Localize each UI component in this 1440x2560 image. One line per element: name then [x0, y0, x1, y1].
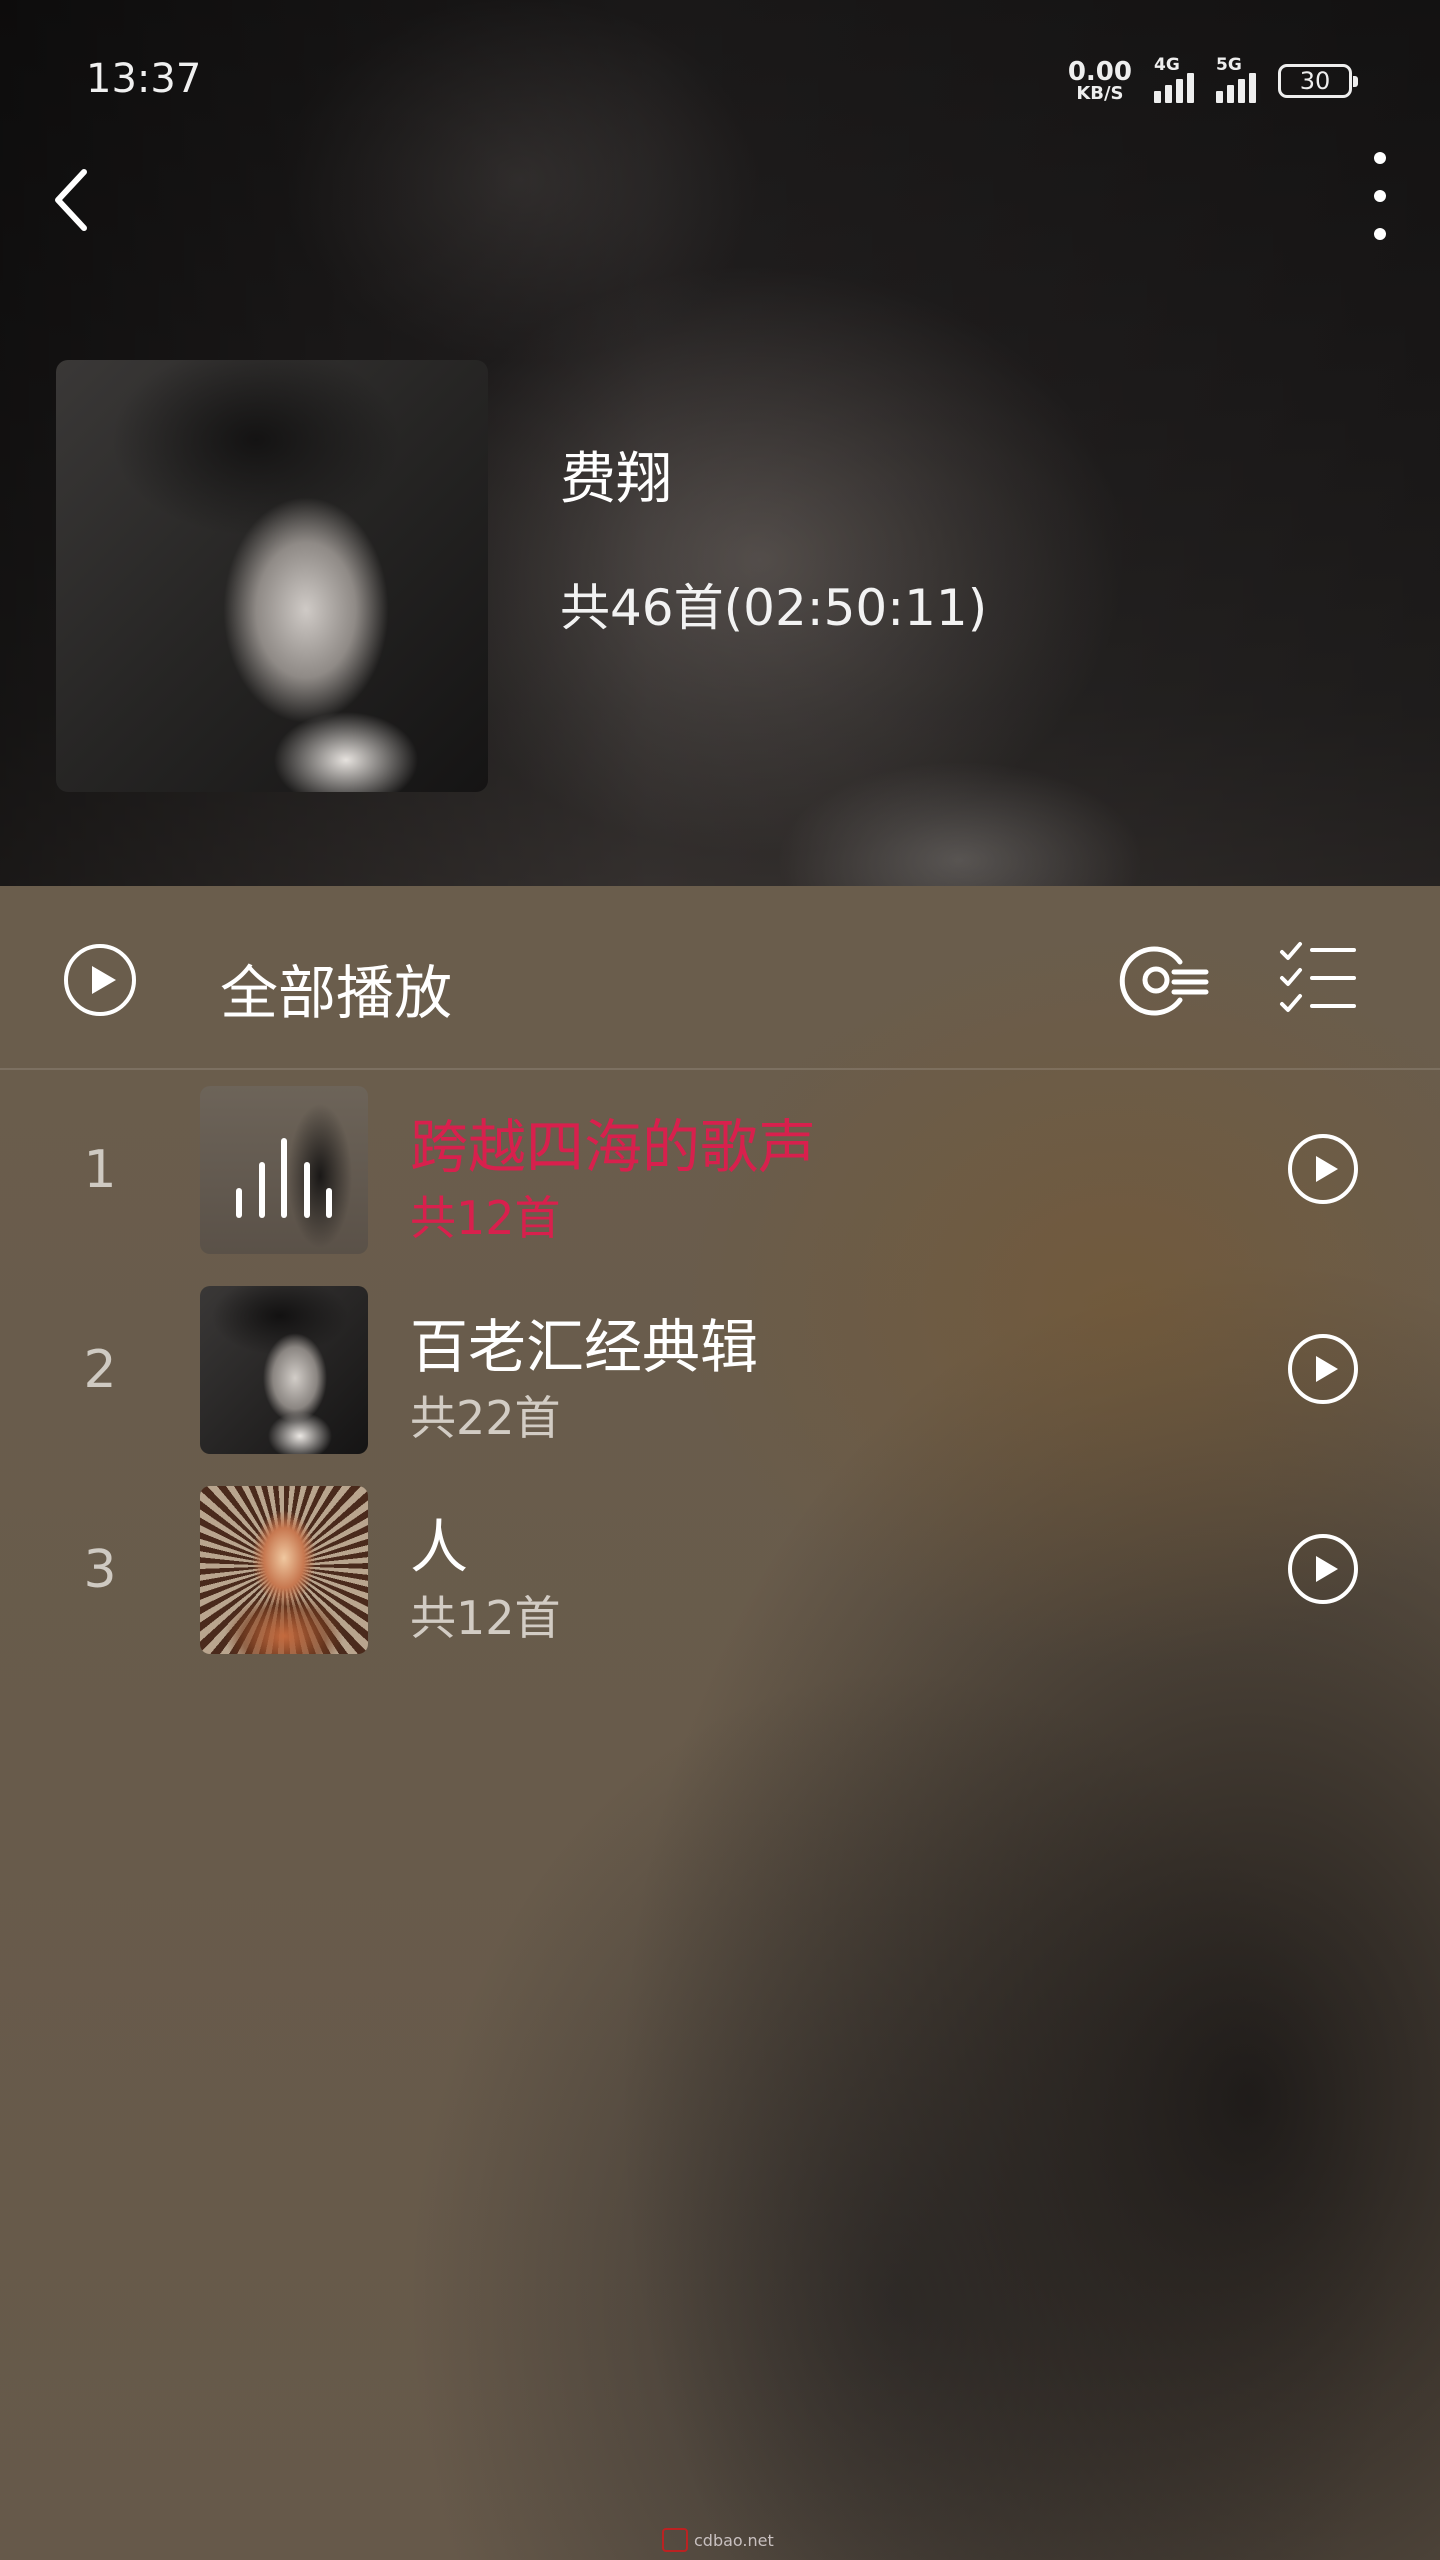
status-indicators: 0.00 KB/S 4G 5G 30 [1068, 55, 1358, 106]
battery-icon: 30 [1278, 64, 1358, 98]
more-icon [1374, 152, 1386, 164]
equalizer-icon [236, 1122, 332, 1218]
album-track-count: 共12首 [410, 1591, 561, 1645]
artist-header: 13:37 0.00 KB/S 4G 5G 30 费翔 共46首(02:50:1… [0, 0, 1440, 886]
album-title: 百老汇经典辑 [410, 1313, 759, 1381]
artist-name: 费翔 [560, 447, 672, 512]
album-list: 1 跨越四海的歌声 共12首 2 百老汇经典辑 共22首 3 人 共12首 [0, 1070, 1440, 1670]
signal-5g-icon: 5G [1216, 55, 1256, 103]
status-bar: 13:37 0.00 KB/S 4G 5G 30 [0, 0, 1440, 160]
album-play-button[interactable] [1286, 1332, 1360, 1406]
status-time: 13:37 [86, 56, 202, 102]
signal-4g-icon: 4G [1154, 55, 1194, 103]
album-index: 3 [83, 1540, 117, 1600]
watermark-logo-icon [662, 2528, 688, 2552]
album-title: 跨越四海的歌声 [410, 1113, 817, 1181]
multi-select-icon[interactable] [1278, 938, 1358, 1018]
artist-track-summary: 共46首(02:50:11) [560, 579, 988, 637]
network-speed-value: 0.00 [1067, 57, 1132, 87]
signal-5g-label: 5G [1216, 55, 1242, 75]
album-title: 人 [410, 1513, 469, 1581]
more-button[interactable] [1350, 146, 1410, 246]
album-cover [200, 1086, 368, 1254]
play-all-button[interactable]: 全部播放 [220, 946, 452, 1030]
network-speed-unit: KB/S [1076, 83, 1124, 104]
network-speed: 0.00 KB/S [1068, 59, 1132, 103]
album-row[interactable]: 3 人 共12首 [0, 1470, 1440, 1670]
sort-icon[interactable] [1118, 942, 1210, 1018]
watermark-text: cdbao.net [694, 2530, 774, 2550]
album-row[interactable]: 1 跨越四海的歌声 共12首 [0, 1070, 1440, 1270]
album-index: 2 [83, 1340, 117, 1400]
album-cover [200, 1486, 368, 1654]
album-row[interactable]: 2 百老汇经典辑 共22首 [0, 1270, 1440, 1470]
album-play-button[interactable] [1286, 1132, 1360, 1206]
back-icon [55, 169, 87, 231]
album-play-button[interactable] [1286, 1532, 1360, 1606]
signal-4g-label: 4G [1154, 55, 1180, 75]
play-all-icon[interactable] [62, 942, 138, 1018]
album-track-count: 共12首 [410, 1191, 561, 1245]
album-track-count: 共22首 [410, 1391, 561, 1445]
artist-cover-image [56, 360, 488, 792]
action-bar: 全部播放 [0, 886, 1440, 1070]
back-button[interactable] [44, 160, 104, 240]
battery-level: 30 [1299, 67, 1331, 95]
album-cover [200, 1286, 368, 1454]
watermark: cdbao.net [662, 2528, 774, 2552]
album-index: 1 [83, 1140, 117, 1200]
